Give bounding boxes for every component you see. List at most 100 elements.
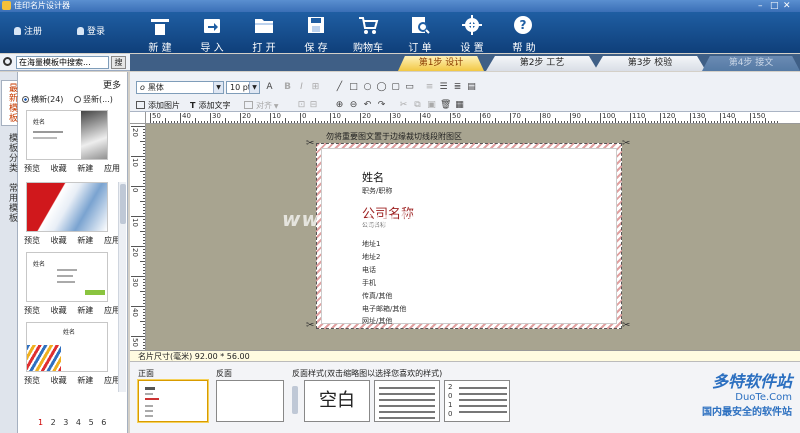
line-tool-icon[interactable]: ╱	[334, 82, 345, 93]
zoom-out-icon[interactable]: ⊖	[348, 100, 359, 111]
page-link[interactable]: 5	[89, 418, 94, 427]
login-link[interactable]: 登录	[77, 24, 105, 37]
page-link[interactable]: 4	[76, 418, 81, 427]
template-thumbnail[interactable]	[26, 182, 108, 232]
tab-common-templates[interactable]: 常用模板	[1, 180, 17, 226]
maximize-icon[interactable]: □	[770, 0, 779, 12]
favorite-button[interactable]: 收藏	[51, 163, 67, 174]
card-title-text[interactable]: 职务/职称	[362, 186, 392, 196]
search-input[interactable]	[16, 56, 109, 69]
tab-step-submit[interactable]: 第4步 接文	[702, 56, 800, 71]
search-button[interactable]: 搜	[111, 56, 126, 69]
ruler-label: 50	[152, 112, 161, 120]
business-card[interactable]: 姓名 职务/职称 公司名称 公司名称 地址1 地址2 电话 手机 传真/其他 电…	[321, 148, 617, 326]
italic-icon[interactable]: I	[296, 82, 307, 93]
rectangle-tool-icon[interactable]: □	[348, 82, 359, 93]
zoom-in-icon[interactable]: ⊕	[334, 100, 345, 111]
tab-step-design[interactable]: 第1步 设计	[398, 56, 484, 71]
cart-button[interactable]: 购物车	[342, 14, 394, 54]
font-size-select[interactable]: 10 pt ▼	[226, 81, 260, 94]
cut-icon[interactable]: ✂	[398, 100, 409, 111]
main-toolbar: 注册 登录 新 建 导 入 打 开 保 存 购物车 订 单 设 置 ? 帮 助	[0, 12, 800, 54]
page-link[interactable]: 1	[38, 418, 43, 427]
import-button[interactable]: 导 入	[186, 14, 238, 54]
close-icon[interactable]: ✕	[783, 0, 791, 12]
template-thumbnail[interactable]: 姓名	[26, 110, 108, 160]
ruler-label: 30	[212, 112, 221, 120]
unlock-icon[interactable]: ⊟	[308, 100, 319, 111]
minimize-icon[interactable]: –	[758, 0, 763, 12]
order-button[interactable]: 订 单	[394, 14, 446, 54]
grid-icon[interactable]: ▦	[454, 100, 465, 111]
preview-button[interactable]: 预览	[24, 375, 40, 386]
save-button[interactable]: 保 存	[290, 14, 342, 54]
preview-button[interactable]: 预览	[24, 305, 40, 316]
card-address2-text[interactable]: 地址2	[362, 252, 380, 262]
page-link[interactable]: 3	[63, 418, 68, 427]
preview-button[interactable]: 预览	[24, 235, 40, 246]
apply-button[interactable]: 应用	[104, 163, 120, 174]
template-thumbnail[interactable]: 姓名	[26, 252, 108, 302]
calendar-year-style-thumbnail[interactable]: 2010	[444, 380, 510, 422]
horizontal-radio[interactable]: 横新(24)	[22, 94, 63, 105]
back-thumbnail[interactable]	[216, 380, 284, 422]
preview-button[interactable]: 预览	[24, 163, 40, 174]
settings-button[interactable]: 设 置	[446, 14, 498, 54]
card-name-text[interactable]: 姓名	[362, 169, 384, 185]
card-address1-text[interactable]: 地址1	[362, 239, 380, 249]
page-link[interactable]: 6	[101, 418, 106, 427]
template-thumbnail[interactable]: 姓名	[26, 322, 108, 372]
align-center-icon[interactable]: ☰	[438, 82, 449, 93]
frame-tool-icon[interactable]: ▭	[404, 82, 415, 93]
create-button[interactable]: 新建	[77, 163, 93, 174]
card-fax-text[interactable]: 传真/其他	[362, 291, 392, 301]
bold-icon[interactable]: B	[282, 82, 293, 93]
rounded-rect-tool-icon[interactable]: ▢	[390, 82, 401, 93]
card-email-text[interactable]: 电子邮箱/其他	[362, 304, 406, 314]
page-link[interactable]: 2	[51, 418, 56, 427]
text-color-icon[interactable]: A	[264, 82, 275, 93]
help-button[interactable]: ? 帮 助	[498, 14, 550, 54]
redo-icon[interactable]: ↷	[376, 100, 387, 111]
calendar-style-thumbnail[interactable]	[374, 380, 440, 422]
align-left-icon[interactable]: ≡	[424, 82, 435, 93]
circle-tool-icon[interactable]: ◯	[376, 82, 387, 93]
ellipse-tool-icon[interactable]: ○	[362, 82, 373, 93]
undo-icon[interactable]: ↶	[362, 100, 373, 111]
card-phone-text[interactable]: 电话	[362, 265, 376, 275]
text-style-icon[interactable]: ⊞	[310, 82, 321, 93]
copy-icon[interactable]: ⧉	[412, 100, 423, 111]
paste-icon[interactable]: ▣	[426, 100, 437, 111]
align-right-icon[interactable]: ≣	[452, 82, 463, 93]
add-text-button[interactable]: T 添加文字	[190, 100, 230, 111]
align-dropdown[interactable]: 对齐 ▼	[244, 100, 279, 112]
add-image-button[interactable]: 添加图片	[136, 100, 180, 111]
blank-style-thumbnail[interactable]: 空白	[304, 380, 370, 422]
front-thumbnail[interactable]	[137, 379, 209, 423]
tab-template-categories[interactable]: 模板分类	[1, 130, 17, 176]
favorite-button[interactable]: 收藏	[51, 375, 67, 386]
new-button[interactable]: 新 建	[134, 14, 186, 54]
tab-step-process[interactable]: 第2步 工艺	[486, 56, 598, 71]
more-link[interactable]: 更多	[103, 78, 121, 91]
crop-mark-icon: ✂	[306, 138, 315, 149]
create-button[interactable]: 新建	[77, 235, 93, 246]
card-website-text[interactable]: 网址/其他	[362, 316, 392, 326]
tab-step-verify[interactable]: 第3步 校验	[594, 56, 706, 71]
register-link[interactable]: 注册	[14, 24, 42, 37]
create-button[interactable]: 新建	[77, 375, 93, 386]
create-button[interactable]: 新建	[77, 305, 93, 316]
style-scroll-handle[interactable]	[292, 386, 298, 414]
distribute-icon[interactable]: ▤	[466, 82, 477, 93]
favorite-button[interactable]: 收藏	[51, 235, 67, 246]
tab-latest-templates[interactable]: 最新模板	[1, 80, 17, 126]
design-canvas[interactable]: 勿将重要图文置于边缘裁切线段附图区 姓名 职务/职称 公司名称 公司名称 地址1…	[146, 124, 800, 350]
card-mobile-text[interactable]: 手机	[362, 278, 376, 288]
lock-icon[interactable]: ⊡	[296, 100, 307, 111]
font-select[interactable]: o 黑体 ▼	[136, 81, 224, 94]
template-scrollbar[interactable]	[118, 182, 126, 392]
open-button[interactable]: 打 开	[238, 14, 290, 54]
vertical-radio[interactable]: 竖新(...)	[74, 94, 113, 105]
delete-icon[interactable]: 🗑	[440, 100, 451, 111]
favorite-button[interactable]: 收藏	[51, 305, 67, 316]
